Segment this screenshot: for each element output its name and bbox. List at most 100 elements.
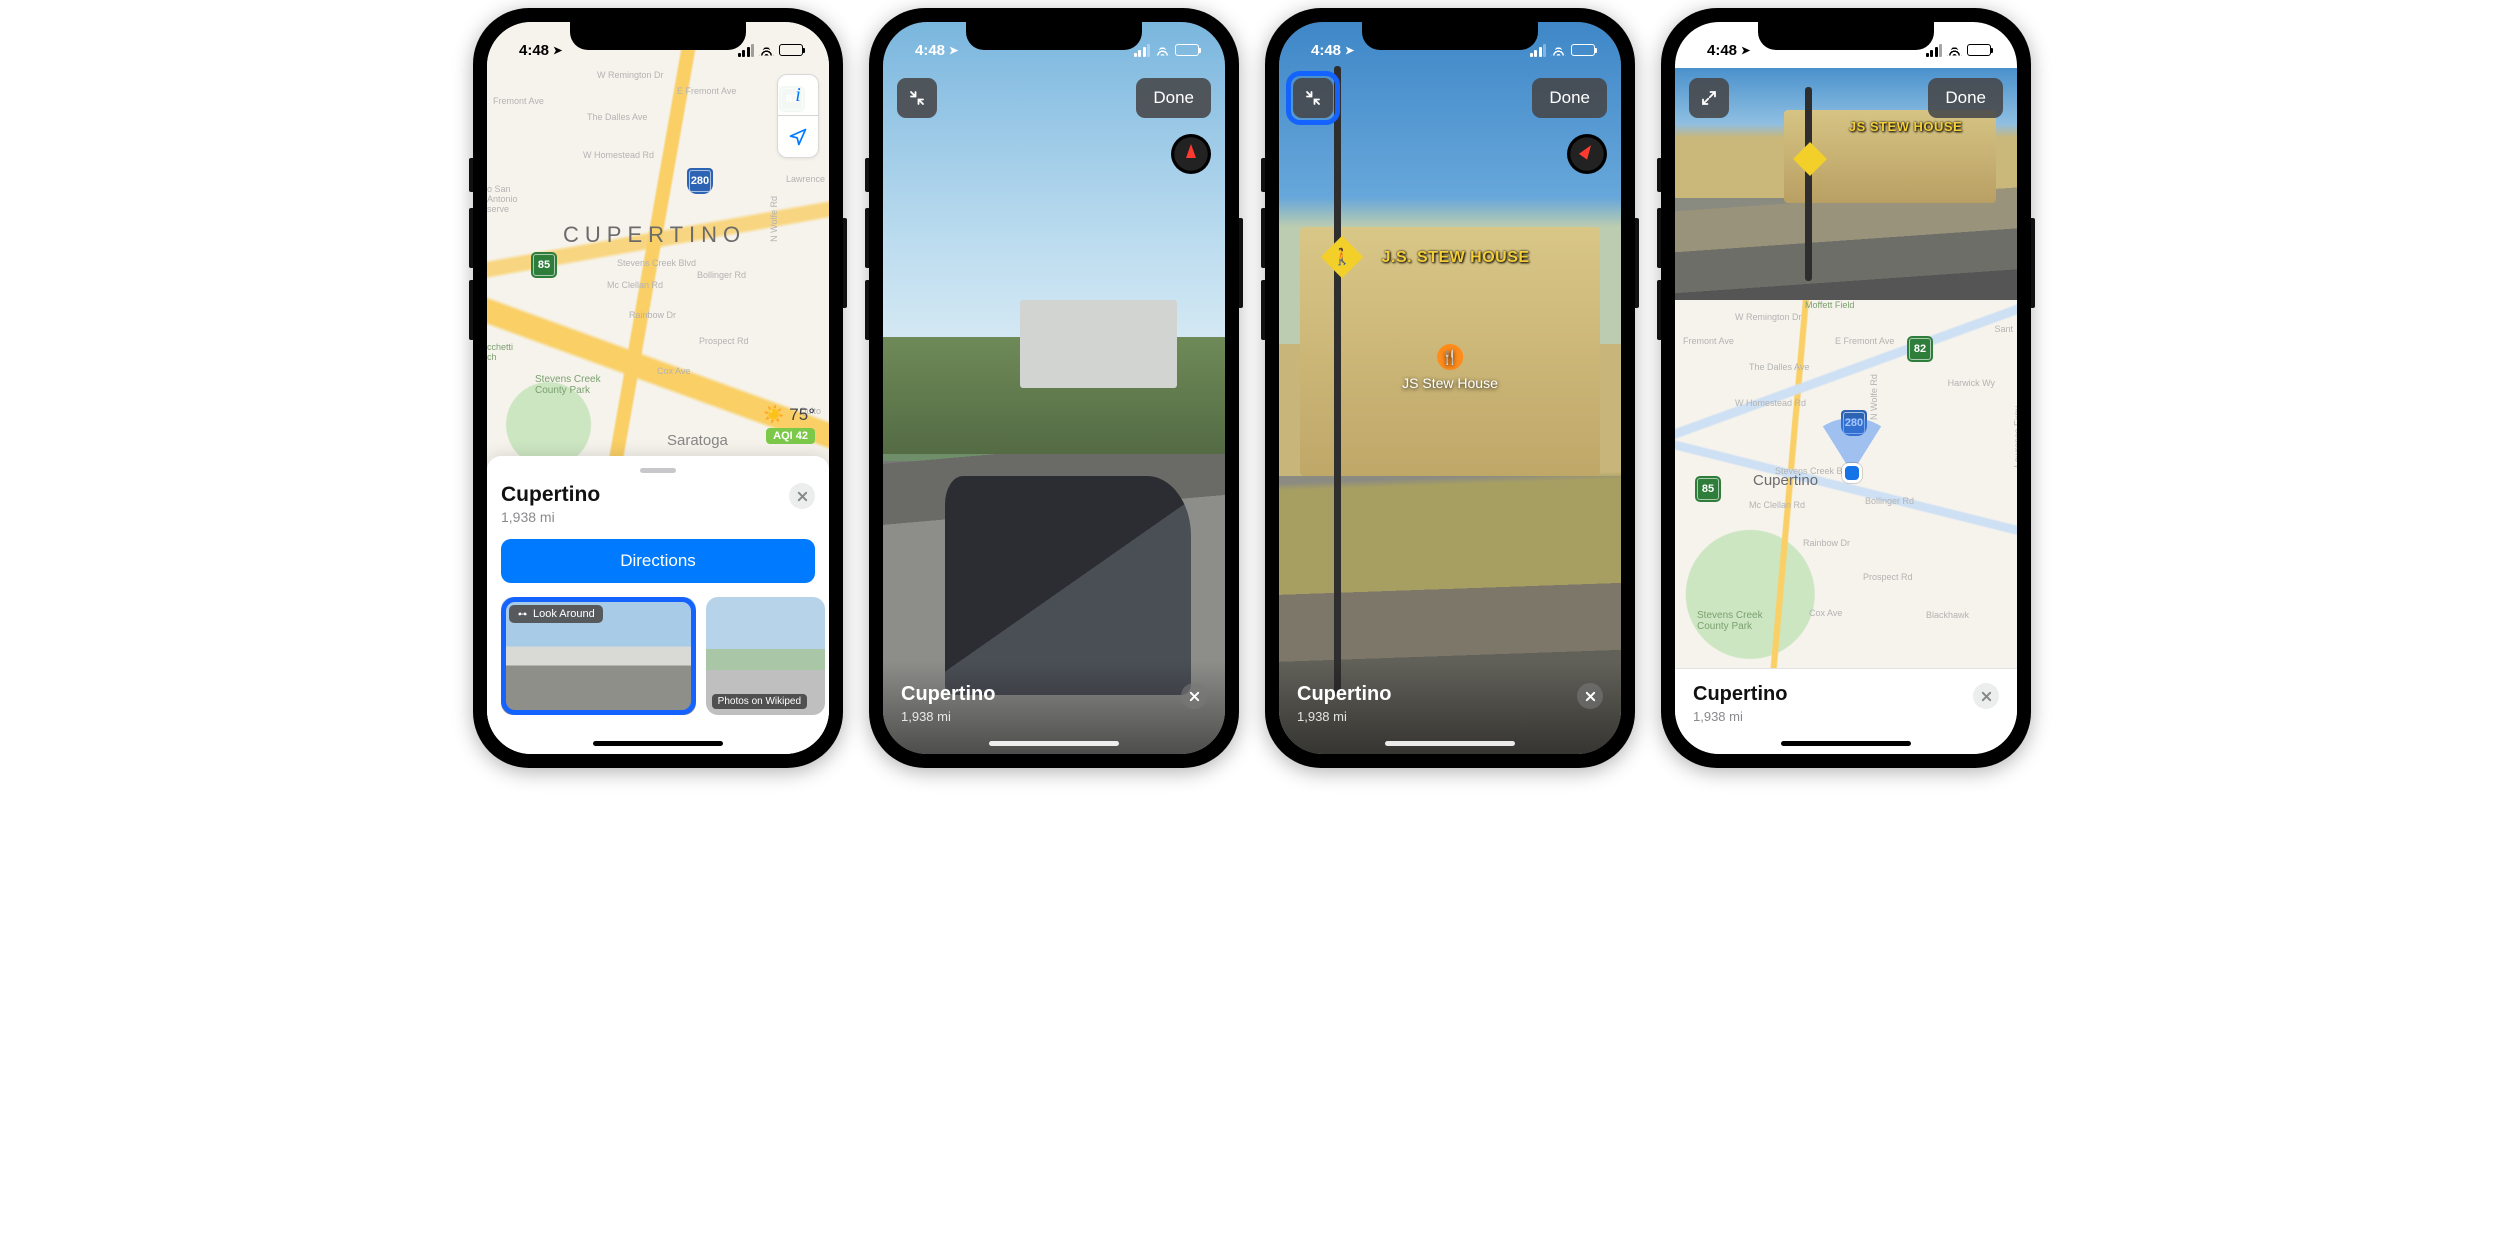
road-wolfe: N Wolfe Rd [769, 196, 779, 242]
storefront-sign: JS STEW HOUSE [1849, 119, 1962, 134]
place-title: Cupertino [501, 483, 600, 507]
road-fremont: Fremont Ave [1683, 336, 1734, 346]
scene-building [1020, 300, 1177, 388]
status-time: 4:48 [519, 42, 549, 59]
screen-lookaround-pip: JS STEW HOUSE 4:48 ➤ Done W Remington Dr… [1675, 22, 2017, 754]
poi-marker[interactable]: 🍴 JS Stew House [1402, 344, 1498, 391]
poi-restaurant-icon: 🍴 [1437, 344, 1463, 370]
place-card[interactable]: Cupertino 1,938 mi Directions Look Aroun… [487, 456, 829, 754]
road-fremont-e: E Fremont Ave [677, 86, 736, 96]
phone-2: 4:48 ➤ Done Cupertino 1,938 mi [869, 8, 1239, 768]
wifi-icon [759, 45, 774, 56]
label-county-park: Stevens Creek County Park [1697, 610, 1763, 632]
done-button[interactable]: Done [1532, 78, 1607, 118]
place-title: Cupertino [1693, 683, 1787, 706]
lookaround-viewport[interactable] [883, 22, 1225, 754]
road-mcclellan: Mc Clellan Rd [1749, 500, 1805, 510]
road-lawrence: Lawrence Expy [2013, 406, 2017, 468]
expand-icon [1700, 89, 1718, 107]
close-lookaround-button[interactable] [1577, 683, 1603, 709]
road-fremont-e: E Fremont Ave [1835, 336, 1894, 346]
map-locate-button[interactable] [777, 116, 819, 158]
minimize-button[interactable] [897, 78, 937, 118]
shield-i280: 280 [687, 168, 713, 194]
lookaround-viewport[interactable]: J.S. STEW HOUSE 🚶 🍴 JS Stew House [1279, 22, 1621, 754]
screen-lookaround-full-b: J.S. STEW HOUSE 🚶 🍴 JS Stew House 4:48 ➤ [1279, 22, 1621, 754]
map-info-button[interactable]: i [777, 74, 819, 116]
close-lookaround-button[interactable] [1181, 683, 1207, 709]
home-indicator[interactable] [989, 741, 1119, 746]
expand-button[interactable] [1689, 78, 1729, 118]
place-distance: 1,938 mi [1693, 709, 1787, 724]
location-arrow-icon [788, 127, 808, 147]
compass-button[interactable] [1567, 134, 1607, 174]
road-rainbow: Rainbow Dr [1803, 538, 1850, 548]
road-homestead: W Homestead Rd [583, 150, 654, 160]
close-icon [1981, 691, 1992, 702]
minimize-button[interactable] [1293, 78, 1333, 118]
close-icon [1585, 691, 1596, 702]
map-city-label: CUPERTINO [563, 222, 746, 248]
road-prospect: Prospect Rd [699, 336, 749, 346]
weather-widget[interactable]: ☀️ 75° AQI 42 [763, 405, 815, 444]
location-services-icon: ➤ [553, 44, 562, 57]
directions-button[interactable]: Directions [501, 539, 815, 583]
road-rainbow: Rainbow Dr [629, 310, 676, 320]
shield-ca85: 85 [1695, 476, 1721, 502]
look-around-thumbnail[interactable]: Look Around [501, 597, 696, 715]
close-icon [797, 491, 808, 502]
road-dalles: The Dalles Ave [1749, 362, 1809, 372]
street-scene: J.S. STEW HOUSE 🚶 🍴 JS Stew House [1279, 22, 1621, 754]
road-fremont: Fremont Ave [493, 96, 544, 106]
compass-needle-icon [1186, 144, 1196, 158]
card-grabber[interactable] [640, 468, 676, 473]
road-mcclellan: Mc Clellan Rd [607, 280, 663, 290]
road-lawrence: Lawrence [786, 174, 825, 184]
phone-4: JS STEW HOUSE 4:48 ➤ Done W Remington Dr… [1661, 8, 2031, 768]
shield-ca82: 82 [1907, 336, 1933, 362]
map-canvas[interactable]: W Remington Dr E Fremont Ave Fremont Ave… [1675, 300, 2017, 668]
battery-icon [1571, 44, 1595, 56]
map-city-saratoga: Saratoga [667, 432, 728, 449]
done-button[interactable]: Done [1928, 78, 2003, 118]
wifi-icon [1155, 45, 1170, 56]
lookaround-position-marker[interactable] [1797, 418, 1907, 528]
compass-button[interactable] [1171, 134, 1211, 174]
photos-source-label: Photos on Wikiped [712, 694, 807, 709]
look-around-label: Look Around [533, 608, 595, 620]
location-services-icon: ➤ [1345, 44, 1354, 57]
home-indicator[interactable] [1385, 741, 1515, 746]
road-cox: Cox Ave [657, 366, 690, 376]
location-services-icon: ➤ [1741, 44, 1750, 57]
binoculars-icon [517, 609, 528, 620]
wifi-icon [1947, 45, 1962, 56]
label-moffett: Moffett Field [1805, 300, 1854, 310]
photos-thumbnail[interactable]: Photos on Wikiped [706, 597, 825, 715]
home-indicator[interactable] [1781, 741, 1911, 746]
notch [570, 22, 746, 50]
scene-pole [1334, 66, 1341, 696]
notch [1362, 22, 1538, 50]
close-card-button[interactable] [789, 483, 815, 509]
shield-ca85: 85 [531, 252, 557, 278]
scene-pole [1805, 87, 1812, 282]
place-distance: 1,938 mi [501, 509, 600, 525]
battery-icon [779, 44, 803, 56]
road-stevens-creek: Stevens Creek Blvd [617, 258, 696, 268]
battery-icon [1175, 44, 1199, 56]
status-time: 4:48 [1707, 42, 1737, 59]
close-button[interactable] [1973, 683, 1999, 709]
look-around-pill: Look Around [509, 605, 603, 623]
label-blackhawk: Blackhawk [1926, 610, 1969, 620]
weather-sun-icon: ☀️ [763, 405, 784, 424]
road-remington: W Remington Dr [1735, 312, 1802, 322]
la-distance: 1,938 mi [1297, 709, 1391, 724]
weather-temp: 75° [789, 405, 815, 424]
notch [966, 22, 1142, 50]
wifi-icon [1551, 45, 1566, 56]
home-indicator[interactable] [593, 741, 723, 746]
done-button[interactable]: Done [1136, 78, 1211, 118]
road-homestead: W Homestead Rd [1735, 398, 1806, 408]
road-wolfe: N Wolfe Rd [1869, 374, 1879, 420]
compass-needle-icon [1579, 142, 1595, 159]
